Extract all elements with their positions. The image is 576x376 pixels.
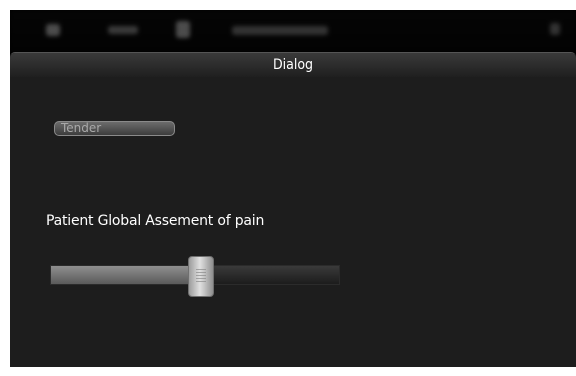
dialog-window: Dialog Tender Patient Global Assement of… (10, 52, 576, 367)
pain-slider-fill (51, 266, 201, 284)
pain-slider-thumb[interactable] (187, 256, 214, 297)
dialog-titlebar: Dialog (10, 53, 576, 77)
app-icon (46, 24, 60, 36)
dialog-title: Dialog (272, 57, 314, 73)
thumb-grip-icon (195, 269, 206, 284)
status-indicator-icon (108, 26, 138, 34)
status-label-blob (232, 26, 328, 35)
close-icon (550, 23, 560, 35)
pain-slider-label: Patient Global Assement of pain (46, 213, 265, 229)
pain-slider[interactable] (50, 256, 340, 297)
tender-button[interactable]: Tender (54, 121, 175, 136)
device-screen: Dialog Tender Patient Global Assement of… (10, 10, 576, 367)
status-bar (10, 10, 576, 52)
signal-icon (176, 21, 190, 38)
